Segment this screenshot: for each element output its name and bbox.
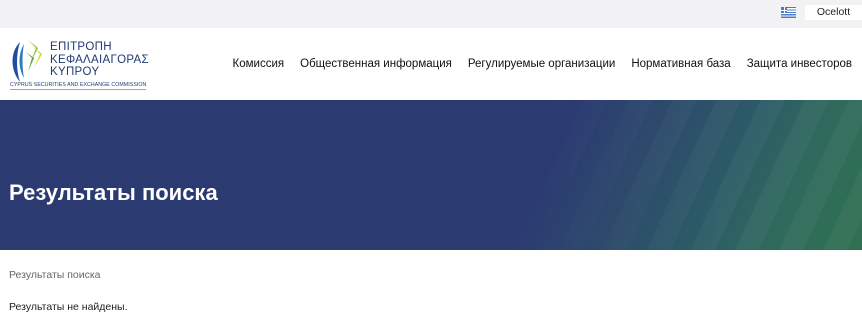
logo-line-2: ΚΕΦΑΛΑΙΑΓΟΡΑΣ (50, 53, 149, 66)
greek-flag-icon[interactable] (781, 7, 796, 18)
logo-line-3: ΚΥΠΡΟΥ (50, 66, 100, 78)
nav-item-legislation[interactable]: Нормативная база (623, 57, 738, 71)
logo-wordmark: ΕΠΙΤΡΟΠΗ ΚΕΦΑΛΑΙΑΓΟΡΑΣ ΚΥΠΡΟΥ (50, 41, 149, 79)
nav-item-investor-protection[interactable]: Защита инвесторов (739, 57, 860, 71)
page-title: Результаты поиска (9, 180, 218, 205)
main-navigation: Комиссия Общественная информация Регулир… (225, 57, 860, 71)
logo-line-1: ΕΠΙΤΡΟΠΗ (50, 41, 112, 53)
page-hero-banner: Результаты поиска (0, 100, 862, 250)
nav-item-public-information[interactable]: Общественная информация (292, 57, 460, 71)
breadcrumb: Результаты поиска (9, 269, 101, 281)
site-logo[interactable]: ΕΠΙΤΡΟΠΗ ΚΕΦΑΛΑΙΑΓΟΡΑΣ ΚΥΠΡΟΥ CYPRUS SEC… (8, 38, 158, 94)
no-results-message: Результаты не найдены. (9, 301, 128, 313)
site-header: ΕΠΙΤΡΟΠΗ ΚΕΦΑΛΑΙΑΓΟΡΑΣ ΚΥΠΡΟΥ CYPRUS SEC… (0, 28, 862, 100)
user-menu-button[interactable]: Ocelott (805, 5, 862, 20)
nav-item-regulated-entities[interactable]: Регулируемые организации (460, 57, 623, 71)
logo-mark-icon (12, 40, 42, 82)
nav-item-commission[interactable]: Комиссия (225, 57, 293, 71)
hero-decoration (520, 100, 862, 250)
logo-subtitle: CYPRUS SECURITIES AND EXCHANGE COMMISSIO… (10, 82, 147, 90)
top-utility-bar: Ocelott (0, 0, 862, 28)
